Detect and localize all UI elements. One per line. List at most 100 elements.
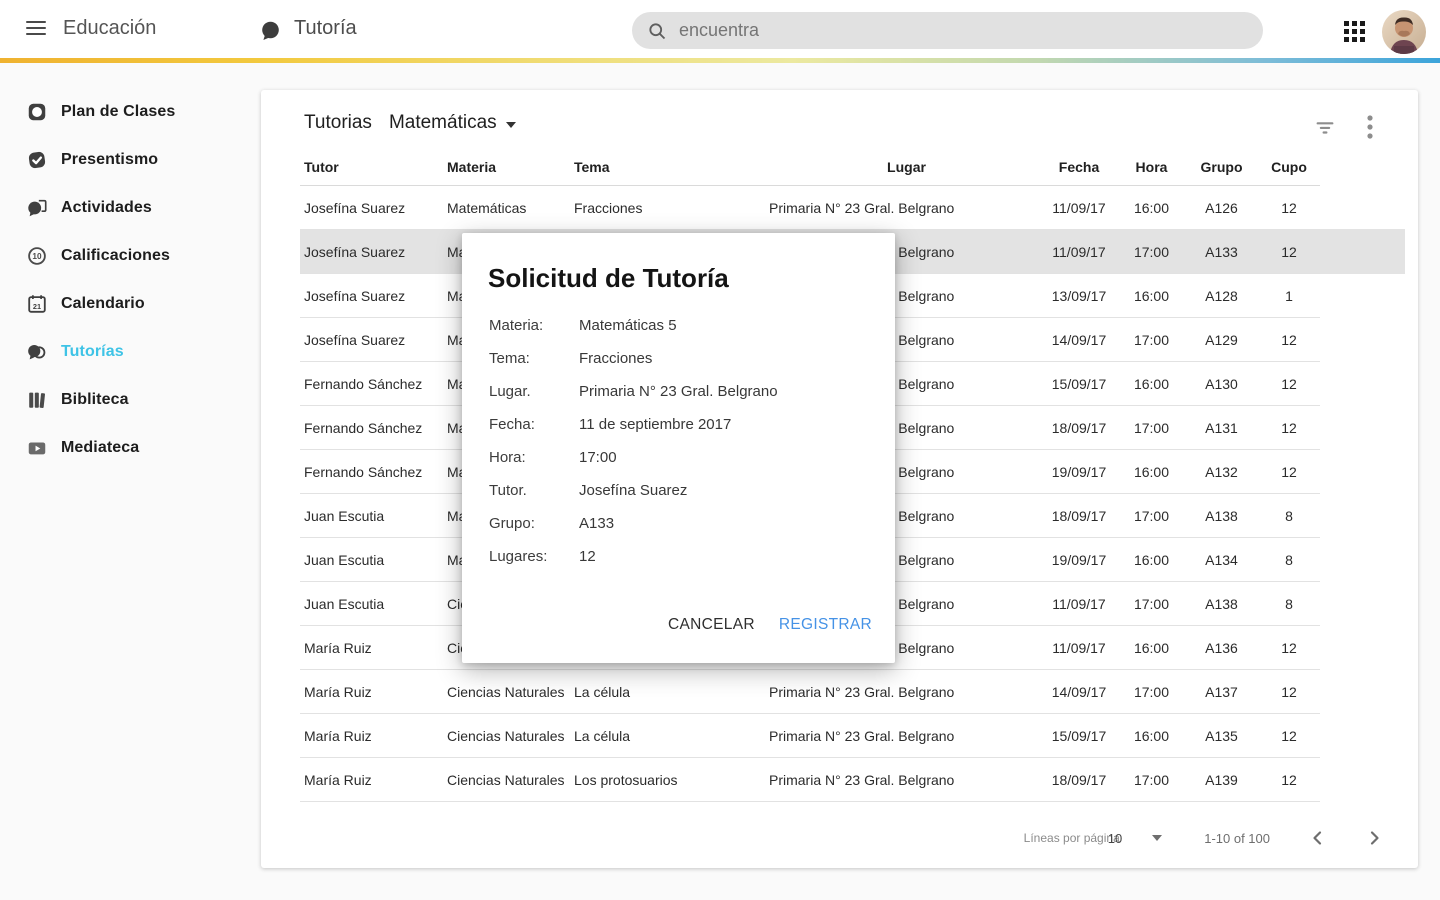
sidebar-item-bibliteca[interactable]: Bibliteca (0, 376, 260, 424)
sidebar-item-mediateca[interactable]: Mediateca (0, 424, 260, 472)
filter-icon[interactable] (1314, 116, 1336, 138)
sidebar-item-calendario[interactable]: 21 Calendario (0, 280, 260, 328)
table-row[interactable]: Josefína SuarezMatemáticasFraccionesPrim… (300, 186, 1320, 230)
sidebar-item-label: Presentismo (61, 151, 158, 169)
cell-tutor: Juan Escutia (304, 508, 447, 524)
cell-grupo: A131 (1189, 420, 1254, 436)
cell-hora: 17:00 (1114, 772, 1189, 788)
apps-grid-icon[interactable] (1344, 21, 1366, 43)
lines-per-page-value[interactable]: 10 (1108, 831, 1122, 846)
section-title: Tutoría (294, 17, 357, 40)
cell-fecha: 18/09/17 (1044, 420, 1114, 436)
cell-tema: Fracciones (574, 200, 769, 216)
column-header-materia[interactable]: Materia (447, 159, 574, 175)
cell-tema: Los protosuarios (574, 772, 769, 788)
cell-tutor: Fernando Sánchez (304, 376, 447, 392)
sidebar-item-label: Bibliteca (61, 391, 129, 409)
column-header-fecha[interactable]: Fecha (1044, 159, 1114, 175)
cell-fecha: 14/09/17 (1044, 332, 1114, 348)
sidebar-item-tutorias[interactable]: Tutorías (0, 328, 260, 376)
cell-lugar: Primaria N° 23 Gral. Belgrano (769, 684, 1044, 700)
cell-grupo: A136 (1189, 640, 1254, 656)
cell-grupo: A135 (1189, 728, 1254, 744)
next-page-icon[interactable] (1366, 830, 1382, 846)
column-header-cupo[interactable]: Cupo (1254, 159, 1324, 175)
previous-page-icon[interactable] (1310, 830, 1326, 846)
lines-per-page-dropdown-icon[interactable] (1152, 835, 1162, 841)
pagination-bar: Líneas por página 10 1-10 of 100 (1024, 830, 1382, 846)
cell-fecha: 18/09/17 (1044, 508, 1114, 524)
sidebar-item-label: Tutorías (61, 343, 124, 361)
cell-fecha: 11/09/17 (1044, 244, 1114, 260)
cell-fecha: 19/09/17 (1044, 552, 1114, 568)
hamburger-menu-icon[interactable] (26, 21, 46, 37)
cell-grupo: A139 (1189, 772, 1254, 788)
cell-hora: 16:00 (1114, 464, 1189, 480)
cell-hora: 17:00 (1114, 596, 1189, 612)
dialog-fields: Materia:Matemáticas 5 Tema:Fracciones Lu… (489, 309, 875, 573)
cancel-button[interactable]: CANCELAR (660, 610, 763, 640)
cell-hora: 17:00 (1114, 332, 1189, 348)
chevron-down-icon (506, 122, 516, 128)
cell-tutor: María Ruiz (304, 728, 447, 744)
cell-materia: Matemáticas (447, 200, 574, 216)
solicitud-tutoria-dialog: Solicitud de Tutoría Materia:Matemáticas… (462, 233, 895, 663)
column-header-hora[interactable]: Hora (1114, 159, 1189, 175)
table-row[interactable]: María RuizCiencias NaturalesLos protosua… (300, 758, 1320, 802)
cell-grupo: A130 (1189, 376, 1254, 392)
column-header-lugar[interactable]: Lugar (769, 159, 1044, 175)
cell-grupo: A132 (1189, 464, 1254, 480)
cell-materia: Ciencias Naturales (447, 728, 574, 744)
table-header: Tutor Materia Tema Lugar Fecha Hora Grup… (300, 148, 1320, 186)
page-title: Tutorias (304, 112, 372, 134)
attendance-check-icon (26, 149, 48, 171)
search-bar[interactable] (632, 12, 1263, 49)
cell-grupo: A126 (1189, 200, 1254, 216)
cell-tema: La célula (574, 684, 769, 700)
pagination-range: 1-10 of 100 (1204, 831, 1270, 846)
video-library-icon (26, 437, 48, 459)
kebab-menu-icon[interactable] (1366, 114, 1374, 140)
cell-fecha: 14/09/17 (1044, 684, 1114, 700)
cell-tutor: Josefína Suarez (304, 244, 447, 260)
sidebar-item-presentismo[interactable]: Presentismo (0, 136, 260, 184)
cell-tutor: Juan Escutia (304, 552, 447, 568)
cell-materia: Ciencias Naturales (447, 684, 574, 700)
cell-grupo: A133 (1189, 244, 1254, 260)
cell-cupo: 12 (1254, 464, 1324, 480)
cell-hora: 17:00 (1114, 508, 1189, 524)
subject-filter-dropdown[interactable]: Matemáticas (389, 112, 516, 134)
column-header-grupo[interactable]: Grupo (1189, 159, 1254, 175)
lines-per-page-label: Líneas por página (1024, 831, 1120, 845)
header-gradient-divider (0, 58, 1440, 63)
sidebar-item-plan-de-clases[interactable]: Plan de Clases (0, 88, 260, 136)
cell-hora: 16:00 (1114, 200, 1189, 216)
cell-cupo: 12 (1254, 684, 1324, 700)
cell-fecha: 15/09/17 (1044, 376, 1114, 392)
cell-tema: La célula (574, 728, 769, 744)
cell-cupo: 12 (1254, 332, 1324, 348)
cell-tutor: María Ruiz (304, 772, 447, 788)
sidebar-item-actividades[interactable]: Actividades (0, 184, 260, 232)
sidebar-item-calificaciones[interactable]: 10 Calificaciones (0, 232, 260, 280)
cell-fecha: 13/09/17 (1044, 288, 1114, 304)
column-header-tutor[interactable]: Tutor (304, 159, 447, 175)
app-header: Educación Tutoría (0, 0, 1440, 58)
cell-hora: 17:00 (1114, 244, 1189, 260)
svg-text:21: 21 (33, 302, 41, 311)
cell-cupo: 12 (1254, 728, 1324, 744)
search-input[interactable] (679, 20, 1219, 41)
tutoring-bubbles-icon (26, 341, 48, 363)
table-row[interactable]: María RuizCiencias NaturalesLa célulaPri… (300, 670, 1320, 714)
register-button[interactable]: REGISTRAR (771, 610, 880, 640)
column-header-tema[interactable]: Tema (574, 159, 769, 175)
search-icon (647, 21, 667, 41)
sidebar-item-label: Mediateca (61, 439, 139, 457)
user-avatar[interactable] (1382, 10, 1426, 54)
table-row[interactable]: María RuizCiencias NaturalesLa célulaPri… (300, 714, 1320, 758)
dialog-field-lugares: Lugares:12 (489, 540, 875, 573)
cell-cupo: 12 (1254, 244, 1324, 260)
cell-tutor: María Ruiz (304, 684, 447, 700)
cell-cupo: 8 (1254, 596, 1324, 612)
cell-materia: Ciencias Naturales (447, 772, 574, 788)
